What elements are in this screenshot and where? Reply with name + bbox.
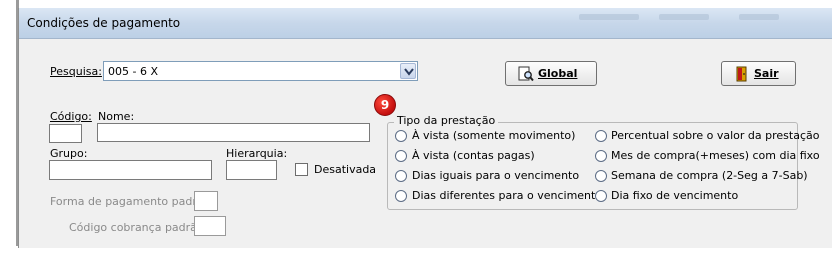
search-combobox[interactable]: 005 - 6 X bbox=[103, 61, 418, 81]
forma-pagamento-label: Forma de pagamento padrão: bbox=[50, 195, 215, 208]
radio-dia-fixo-vencimento[interactable] bbox=[595, 190, 607, 202]
payment-conditions-window: Condições de pagamento Pesquisa: 005 - 6… bbox=[18, 8, 832, 248]
step-number-badge: 9 bbox=[374, 94, 396, 116]
radio-label: Dia fixo de vencimento bbox=[611, 189, 739, 202]
titlebar-ghost-text bbox=[579, 14, 639, 20]
search-value: 005 - 6 X bbox=[108, 65, 158, 78]
titlebar-ghost-text bbox=[739, 14, 779, 20]
radio-dias-iguais[interactable] bbox=[395, 170, 407, 182]
exit-button[interactable]: Sair bbox=[721, 61, 796, 86]
codigo-input[interactable] bbox=[49, 124, 82, 143]
forma-pagamento-input[interactable] bbox=[194, 191, 218, 211]
radio-label: À vista (contas pagas) bbox=[412, 149, 535, 162]
preview-magnifier-icon bbox=[518, 66, 534, 82]
radio-dias-diferentes[interactable] bbox=[395, 190, 407, 202]
titlebar-ghost-text bbox=[659, 14, 709, 20]
radio-mes-compra-dia-fixo[interactable] bbox=[595, 150, 607, 162]
hierarquia-input[interactable] bbox=[226, 160, 277, 180]
radio-label: Semana de compra (2-Seg a 7-Sab) bbox=[611, 169, 808, 182]
radio-semana-compra[interactable] bbox=[595, 170, 607, 182]
global-button[interactable]: Global bbox=[505, 61, 597, 86]
radio-label: Mes de compra(+meses) com dia fixo bbox=[611, 149, 820, 162]
codigo-label: Código: bbox=[50, 110, 92, 123]
desativada-label: Desativada bbox=[314, 163, 377, 176]
grupo-input[interactable] bbox=[49, 160, 212, 180]
codigo-cobranca-input[interactable] bbox=[194, 216, 226, 236]
chevron-down-icon bbox=[404, 68, 414, 76]
door-exit-icon bbox=[736, 66, 747, 82]
nome-input[interactable] bbox=[97, 123, 370, 142]
radio-label: Dias diferentes para o vencimento bbox=[412, 189, 603, 202]
radio-label: À vista (somente movimento) bbox=[412, 129, 576, 142]
window-title: Condições de pagamento bbox=[27, 16, 181, 30]
grupo-label: Grupo: bbox=[50, 147, 88, 160]
codigo-cobranca-label: Código cobrança padrão: bbox=[69, 221, 208, 234]
dropdown-button[interactable] bbox=[400, 63, 416, 79]
radio-a-vista-contas-pagas[interactable] bbox=[395, 150, 407, 162]
radio-label: Percentual sobre o valor da prestação bbox=[611, 129, 820, 142]
nome-label: Nome: bbox=[98, 110, 135, 123]
radio-label: Dias iguais para o vencimento bbox=[412, 169, 580, 182]
tipo-prestacao-title: Tipo da prestação bbox=[394, 114, 499, 127]
search-label: Pesquisa: bbox=[50, 65, 102, 78]
desativada-checkbox[interactable] bbox=[295, 163, 308, 176]
radio-a-vista-somente-movimento[interactable] bbox=[395, 130, 407, 142]
exit-button-label: Sair bbox=[754, 67, 779, 80]
global-button-label: Global bbox=[538, 67, 578, 80]
hierarquia-label: Hierarquia: bbox=[226, 147, 288, 160]
radio-percentual-valor-prestacao[interactable] bbox=[595, 130, 607, 142]
title-bar: Condições de pagamento bbox=[19, 8, 832, 39]
